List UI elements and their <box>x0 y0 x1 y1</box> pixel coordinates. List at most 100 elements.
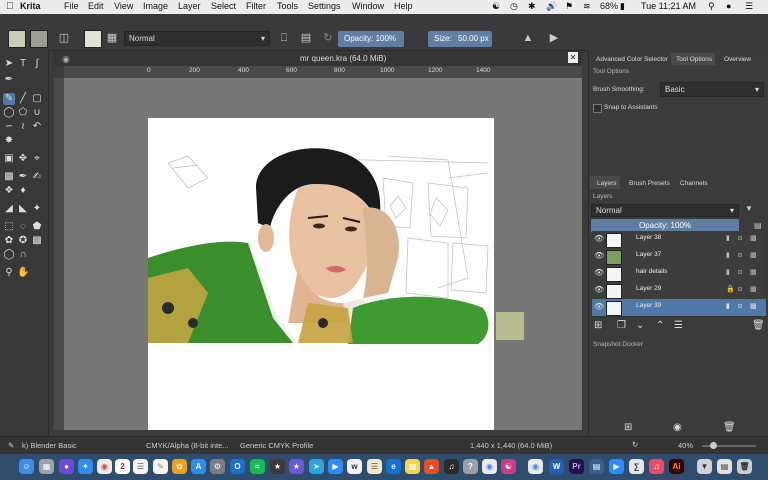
menu-image[interactable]: Image <box>143 1 168 11</box>
multibrush-icon[interactable]: ✸ <box>3 135 15 147</box>
add-snapshot-icon[interactable]: ⊞ <box>624 422 632 433</box>
layer-row[interactable]: 👁 hair details ▮ α ▩ <box>592 265 766 283</box>
inherit-alpha-icon[interactable]: ▩ <box>750 252 758 260</box>
alpha-lock-icon[interactable]: α <box>738 252 746 260</box>
filter-icon[interactable]: ▼ <box>745 204 753 213</box>
itunes-icon[interactable]: ♫ <box>444 459 459 474</box>
crop-tool-icon[interactable]: ⌖ <box>31 153 43 165</box>
lock-icon[interactable]: ▮ <box>726 303 734 311</box>
app-store-icon[interactable]: A <box>191 459 206 474</box>
rectangle-tool-icon[interactable]: ▢ <box>31 93 43 105</box>
eye-icon[interactable]: 👁 <box>594 234 604 243</box>
delete-layer-icon[interactable]: 🗑 <box>752 320 765 331</box>
documents-icon[interactable]: ▤ <box>717 459 732 474</box>
inherit-alpha-icon[interactable]: ▩ <box>750 286 758 294</box>
chrome-icon-3[interactable]: ◉ <box>528 459 543 474</box>
move-layer-down-icon[interactable]: ⌄ <box>636 320 644 331</box>
menu-select[interactable]: Select <box>211 1 236 11</box>
clock[interactable]: Tue 11:21 AM <box>641 1 696 11</box>
edit-shapes-icon[interactable]: ∫ <box>31 58 43 70</box>
chrome-icon[interactable]: ◉ <box>97 459 112 474</box>
calligraphy-icon[interactable]: ✒ <box>3 74 15 86</box>
move-tool-icon[interactable]: ✥ <box>17 153 29 165</box>
polygon-select-icon[interactable]: ⬟ <box>31 221 43 233</box>
bluetooth-icon[interactable]: ✱ <box>528 1 536 12</box>
brave-icon[interactable]: ▲ <box>424 459 439 474</box>
snap-to-assistants-checkbox[interactable] <box>593 104 602 113</box>
tab-brush-presets[interactable]: Brush Presets <box>629 180 670 187</box>
layer-row[interactable]: 👁 Layer 37 ▮ α ▩ <box>592 248 766 266</box>
camera-icon[interactable]: ◉ <box>673 422 682 433</box>
tab-advanced-color-selector[interactable]: Advanced Color Selector <box>596 56 668 63</box>
blend-mode-select[interactable]: Normal ▾ <box>124 31 270 46</box>
siri-icon[interactable]: ● <box>59 459 74 474</box>
eye-icon[interactable]: 👁 <box>594 268 604 277</box>
star-app-icon[interactable]: ★ <box>289 459 304 474</box>
pan-tool-icon[interactable]: ✋ <box>17 267 29 279</box>
eraser-icon[interactable]: ⎕ <box>276 30 292 46</box>
premiere-icon[interactable]: Pr <box>569 459 584 474</box>
menu-app-krita[interactable]: Krita <box>20 1 41 11</box>
illustrator-icon[interactable]: Ai <box>669 459 684 474</box>
eye-icon[interactable]: 👁 <box>594 285 604 294</box>
word-icon[interactable]: W <box>549 459 564 474</box>
layer-row[interactable]: 👁 Layer 38 ▮ α ▩ <box>592 231 766 249</box>
alpha-lock-icon[interactable]: α <box>738 303 746 311</box>
measure-tool-icon[interactable]: ◣ <box>17 203 29 215</box>
ellipse-select-icon[interactable]: ◌ <box>17 221 29 233</box>
background-color-swatch[interactable] <box>30 30 48 48</box>
add-layer-icon[interactable]: ⊞ <box>594 320 602 331</box>
inherit-alpha-icon[interactable]: ▩ <box>750 269 758 277</box>
wifi-icon[interactable]: ≋ <box>583 1 591 12</box>
smart-patch-icon[interactable]: ❖ <box>3 185 15 197</box>
apple-icon[interactable]:  <box>6 1 14 12</box>
foreground-color-swatch[interactable] <box>8 30 26 48</box>
polyline-tool-icon[interactable]: ∪ <box>31 107 43 119</box>
calendar-icon[interactable]: 2 <box>115 459 130 474</box>
flag-icon[interactable]: ⚑ <box>565 1 573 12</box>
reminders-icon[interactable]: ☰ <box>133 459 148 474</box>
alpha-lock-icon[interactable]: α <box>738 286 746 294</box>
battery-icon[interactable]: ▮ <box>620 1 625 12</box>
tab-layers[interactable]: Layers <box>597 180 617 187</box>
help-icon[interactable]: ? <box>463 459 478 474</box>
layer-menu-icon[interactable]: ☰ <box>674 320 683 331</box>
size-slider[interactable]: Size: 50.00 px <box>428 31 492 47</box>
zoom-slider-handle[interactable] <box>710 442 717 449</box>
user-icon[interactable]: ● <box>726 1 731 11</box>
chrome-icon-2[interactable]: ◉ <box>482 459 497 474</box>
menu-edit[interactable]: Edit <box>88 1 104 11</box>
zoom-tool-icon[interactable]: ⚲ <box>3 267 15 279</box>
tab-channels[interactable]: Channels <box>680 180 707 187</box>
colorize-mask-icon[interactable]: ✍ <box>31 171 43 183</box>
menu-view[interactable]: View <box>114 1 133 11</box>
mirror-vertical-icon[interactable]: ▶ <box>546 30 562 46</box>
edge-icon[interactable]: e <box>386 459 401 474</box>
lock-icon[interactable]: ▮ <box>726 269 734 277</box>
lock-icon[interactable]: 🔒 <box>726 286 735 294</box>
similar-select-icon[interactable]: ▩ <box>31 235 43 247</box>
freehand-path-icon[interactable]: ≀ <box>17 121 29 133</box>
delete-snapshot-icon[interactable]: 🗑 <box>723 422 736 433</box>
freehand-brush-icon[interactable]: ✎ <box>3 93 15 105</box>
transform-tool-icon[interactable]: ▣ <box>3 153 15 165</box>
assistant-tool-icon[interactable]: ◢ <box>3 203 15 215</box>
downloads-icon[interactable]: ▼ <box>697 459 712 474</box>
time-machine-icon[interactable]: ◷ <box>510 1 518 12</box>
preserve-alpha-icon[interactable]: ▤ <box>298 30 314 46</box>
system-preferences-icon[interactable]: ⚙ <box>210 459 225 474</box>
rect-select-icon[interactable]: ⬚ <box>3 221 15 233</box>
creative-cloud-icon[interactable]: ☯ <box>492 1 500 12</box>
reload-preset-icon[interactable]: ↻ <box>320 30 336 46</box>
ellipse-tool-icon[interactable]: ◯ <box>3 107 15 119</box>
rotate-canvas-icon[interactable]: ↻ <box>632 440 638 449</box>
menu-window[interactable]: Window <box>352 1 384 11</box>
zoom-slider[interactable] <box>702 442 756 449</box>
trash-icon[interactable]: 🗑 <box>737 459 752 474</box>
stickies-icon[interactable]: ▩ <box>405 459 420 474</box>
menu-layer[interactable]: Layer <box>178 1 201 11</box>
inherit-alpha-icon[interactable]: ▩ <box>750 235 758 243</box>
telegram-icon[interactable]: ➤ <box>309 459 324 474</box>
layer-properties-icon[interactable]: ▤ <box>754 221 762 230</box>
menu-help[interactable]: Help <box>394 1 413 11</box>
